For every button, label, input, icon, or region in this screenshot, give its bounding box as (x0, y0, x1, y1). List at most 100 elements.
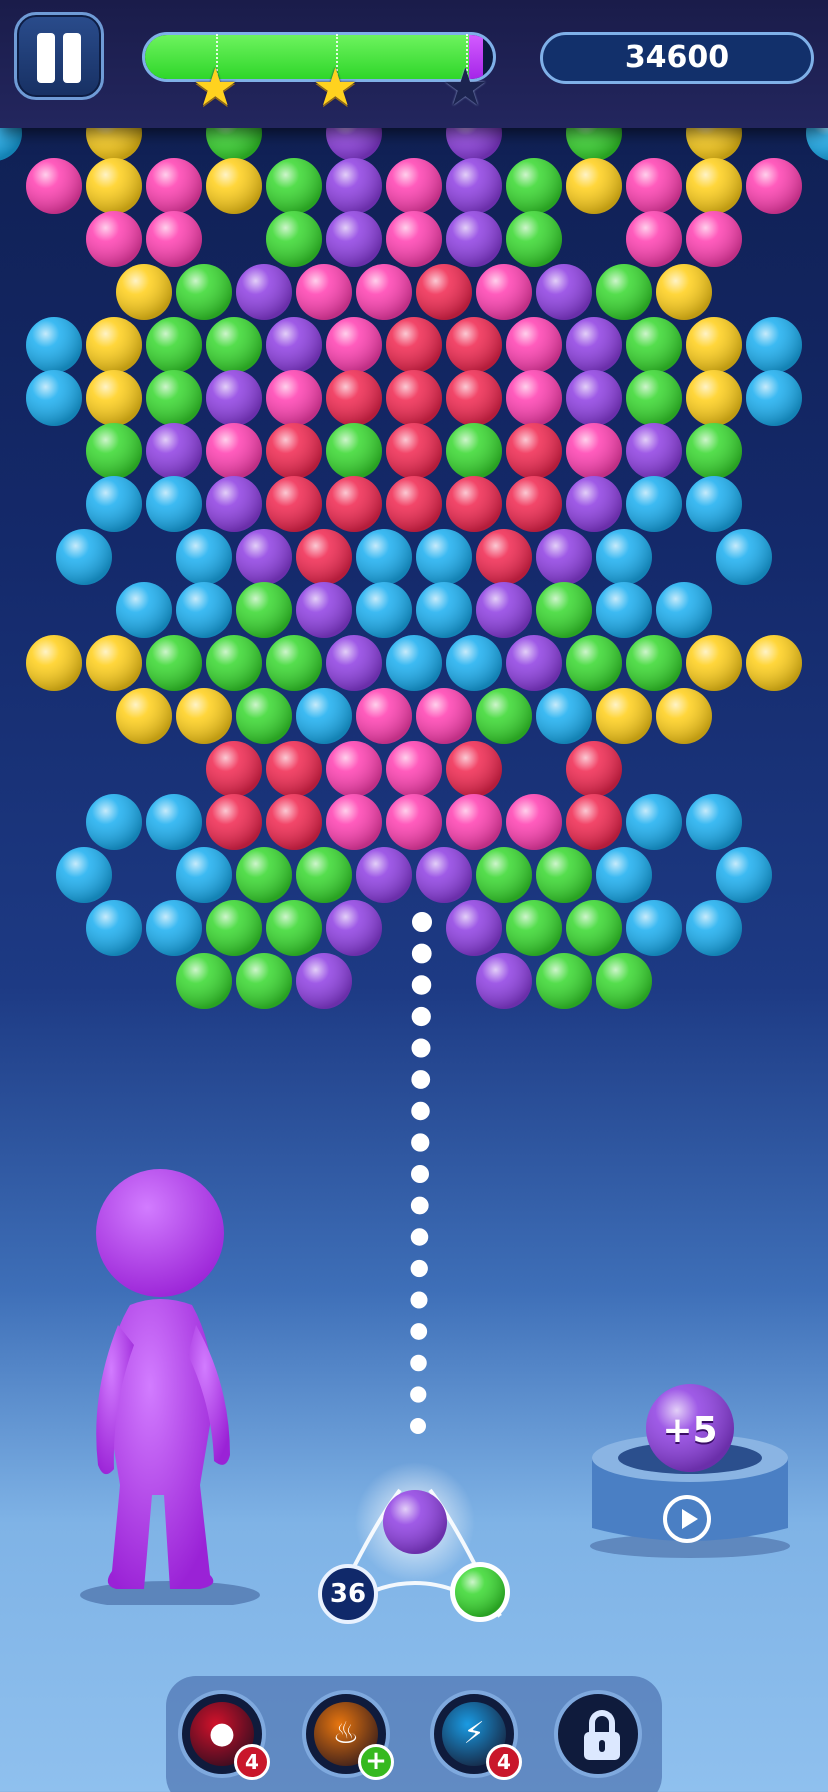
bubble-gloss (476, 529, 532, 585)
bubble-gloss (566, 476, 622, 532)
bubble-gloss (236, 582, 292, 638)
bubble-gloss (446, 900, 502, 956)
bubble-gloss (446, 635, 502, 691)
bubble-gloss (86, 211, 142, 267)
bubble-gloss (326, 317, 382, 373)
bubble-gloss (206, 900, 262, 956)
bubble-gloss (176, 582, 232, 638)
bubble-gloss (446, 370, 502, 426)
bubble-gloss (26, 158, 82, 214)
aim-dot (411, 1006, 431, 1027)
aim-dot (411, 975, 432, 995)
bubble-gloss (626, 476, 682, 532)
fireball-booster-button[interactable]: ♨ + (302, 1690, 394, 1780)
bubble-gloss (356, 264, 412, 320)
bubble-gloss (116, 582, 172, 638)
lightning-booster-button[interactable]: ⚡ 4 (430, 1690, 522, 1780)
bubble-gloss (26, 317, 82, 373)
bubble-gloss (206, 158, 262, 214)
bubble-gloss (266, 794, 322, 850)
bubble-gloss (386, 741, 442, 797)
bubble-gloss (686, 423, 742, 479)
bubble-gloss (566, 423, 622, 479)
pause-button[interactable] (14, 12, 104, 100)
bomb-booster-button[interactable]: ● 4 (178, 1690, 270, 1780)
bubble-gloss (296, 847, 352, 903)
locked-booster-slot[interactable] (554, 1690, 642, 1778)
bubble-gloss (146, 370, 202, 426)
bubble-gloss (566, 794, 622, 850)
aim-dot (411, 943, 432, 964)
bubble-gloss (476, 953, 532, 1009)
bubble-gloss (416, 529, 472, 585)
bubble-gloss (656, 688, 712, 744)
bubble-gloss (356, 688, 412, 744)
bubble-gloss (746, 158, 802, 214)
bubble-gloss (416, 582, 472, 638)
bubble-gloss (596, 264, 652, 320)
bubble-gloss (446, 741, 502, 797)
bubble-gloss (686, 370, 742, 426)
bubble-gloss (296, 529, 352, 585)
bubble-gloss (236, 688, 292, 744)
aim-dot (410, 1323, 428, 1340)
bubble-grid (0, 105, 828, 1009)
bubble-gloss (326, 741, 382, 797)
bubble-gloss (566, 635, 622, 691)
bubble-gloss (686, 476, 742, 532)
bubble-gloss (506, 370, 562, 426)
bubble-gloss (596, 688, 652, 744)
bubble-gloss (326, 211, 382, 267)
bubble-gloss (566, 317, 622, 373)
bubble-gloss (626, 794, 682, 850)
bubble-gloss (416, 688, 472, 744)
bubble-gloss (506, 900, 562, 956)
bubble-gloss (386, 476, 442, 532)
bubble-gloss (506, 211, 562, 267)
bubble-gloss (326, 635, 382, 691)
bubble-gloss (626, 370, 682, 426)
play-video-icon[interactable] (663, 1495, 711, 1543)
purple-character-mascot (80, 1169, 260, 1605)
bubble-gloss (356, 529, 412, 585)
bubble-gloss (206, 317, 262, 373)
bubble-gloss (176, 688, 232, 744)
bubble-gloss (716, 847, 772, 903)
aim-dot (411, 1070, 431, 1089)
bubble-gloss (176, 529, 232, 585)
bubble-gloss (596, 582, 652, 638)
bubble-gloss (146, 158, 202, 214)
bubble-gloss (416, 264, 472, 320)
bubble-gloss (206, 635, 262, 691)
aim-dot (410, 1386, 427, 1403)
aim-dot (410, 1354, 427, 1372)
bubble-gloss (326, 794, 382, 850)
bubble-gloss (656, 582, 712, 638)
bubble-gloss (266, 635, 322, 691)
bubble-gloss (86, 900, 142, 956)
bubble-gloss (296, 582, 352, 638)
aim-dot (410, 1196, 429, 1215)
aim-dot (411, 1038, 431, 1058)
bubble-gloss (686, 317, 742, 373)
bubble-gloss (266, 370, 322, 426)
bubble-gloss (26, 635, 82, 691)
bubble-gloss (266, 741, 322, 797)
bubble-gloss (476, 582, 532, 638)
bubble-gloss (236, 847, 292, 903)
bubble-gloss (716, 529, 772, 585)
bubble-gloss (686, 794, 742, 850)
bubble-gloss (86, 158, 142, 214)
shots-remaining-counter: 36 (318, 1564, 378, 1624)
bubble-gloss (446, 317, 502, 373)
bubble-gloss (536, 582, 592, 638)
bubble-gloss (626, 158, 682, 214)
booster-count-badge: 4 (234, 1744, 270, 1780)
bubble-gloss (86, 370, 142, 426)
bubble-gloss (746, 635, 802, 691)
aim-dot (410, 1259, 428, 1278)
bubble-gloss (476, 688, 532, 744)
bubble-gloss (416, 847, 472, 903)
bubble-gloss (236, 529, 292, 585)
bubble-gloss (326, 423, 382, 479)
